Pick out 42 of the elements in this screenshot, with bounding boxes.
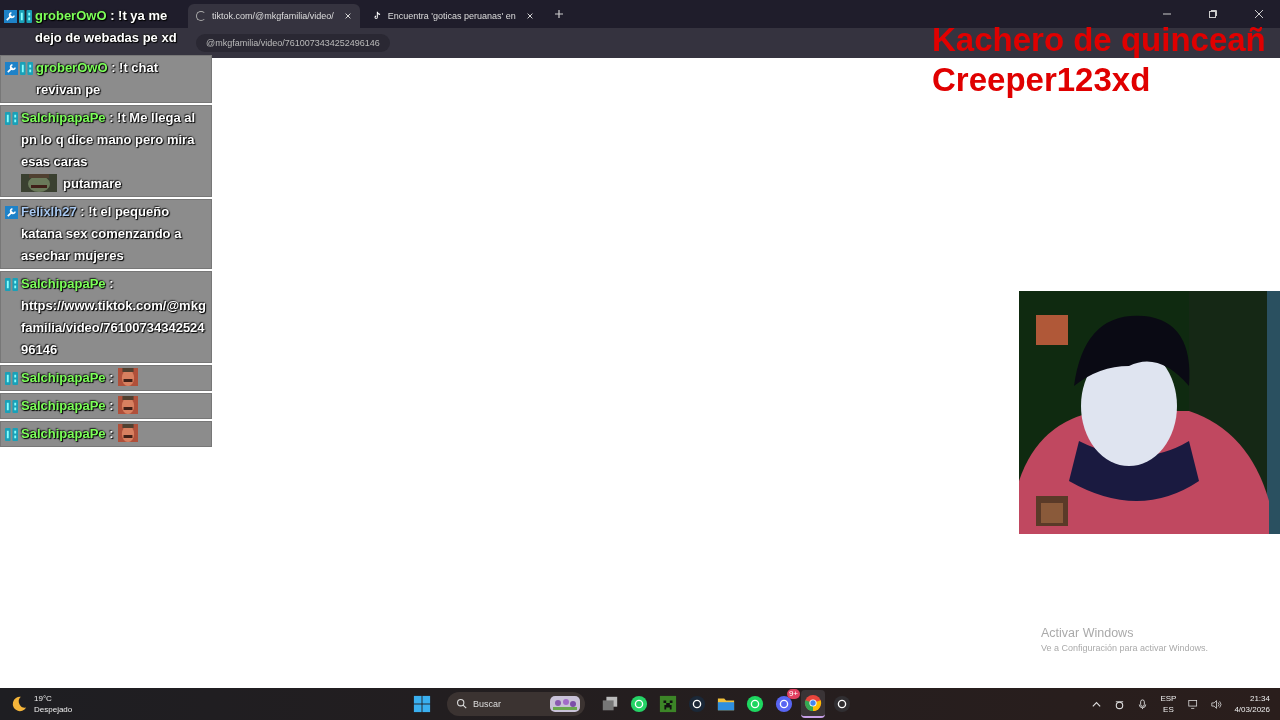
search-icon: [456, 698, 467, 709]
moon-icon[interactable]: [10, 695, 28, 713]
app-icon: [775, 695, 793, 713]
app-icon: [630, 695, 648, 713]
recording-icon: [833, 695, 851, 713]
activation-title: Activar Windows: [1041, 626, 1135, 640]
chat-message: groberOwO : !t ya me dejo de webadas pe xd: [35, 8, 177, 45]
address-field[interactable]: @mkgfamilia/video/7610073434252496146: [196, 34, 390, 52]
weather-condition: Despejado: [34, 704, 73, 715]
monitor-icon[interactable]: [1188, 698, 1200, 710]
chat-message: SalchipapaPe : https://www.tiktok.com/@mkgfamilia/video/7610073434252496146: [21, 276, 206, 357]
chat-message: SalchipapaPe :: [21, 397, 114, 415]
taskbar-app[interactable]: [801, 690, 825, 718]
chat-message: SalchipapaPe :: [21, 425, 114, 443]
volume-icon[interactable]: [1211, 698, 1223, 710]
notification-badge: 9+: [786, 689, 800, 699]
close-icon[interactable]: [343, 12, 352, 20]
browser-tab[interactable]: Encuentra 'goticas peruanas' en: [363, 4, 542, 28]
overlay-text: Creeper123xd: [932, 60, 1151, 100]
close-icon[interactable]: [525, 12, 534, 20]
chat-message: groberOwO : !t chat revivan pe: [36, 60, 159, 97]
microphone-icon[interactable]: [1137, 698, 1149, 710]
windows-icon: [413, 695, 431, 713]
language-indicator[interactable]: ESP ES: [1160, 693, 1177, 715]
activation-hint: Ve a Configuración para activar Windows.: [1041, 643, 1209, 653]
wrench-icon: [5, 205, 18, 219]
browser-icon: [804, 694, 822, 712]
temperature: 19°C: [34, 693, 53, 704]
new-tab-icon[interactable]: [553, 9, 564, 19]
windows-stack-icon: [601, 695, 619, 713]
overlay-text: Kachero de quinceañ: [932, 20, 1266, 60]
clock[interactable]: 21:34 4/03/2026: [1234, 693, 1270, 715]
browser-tab[interactable]: tiktok.com/@mkgfamilia/video/: [188, 4, 360, 28]
creeper-icon: [659, 695, 677, 713]
chat-message: Felixlh27 : !t el pequeño katana sex comenzando a asechar mujeres: [21, 204, 182, 263]
maximize-icon[interactable]: [1208, 9, 1218, 19]
wrench-icon: [5, 61, 18, 75]
close-icon[interactable]: [1254, 9, 1264, 19]
app-icon: [688, 695, 706, 713]
chat-message: SalchipapaPe :: [21, 369, 114, 387]
app-icon: [746, 695, 764, 713]
chat-text: putamare: [63, 176, 122, 191]
